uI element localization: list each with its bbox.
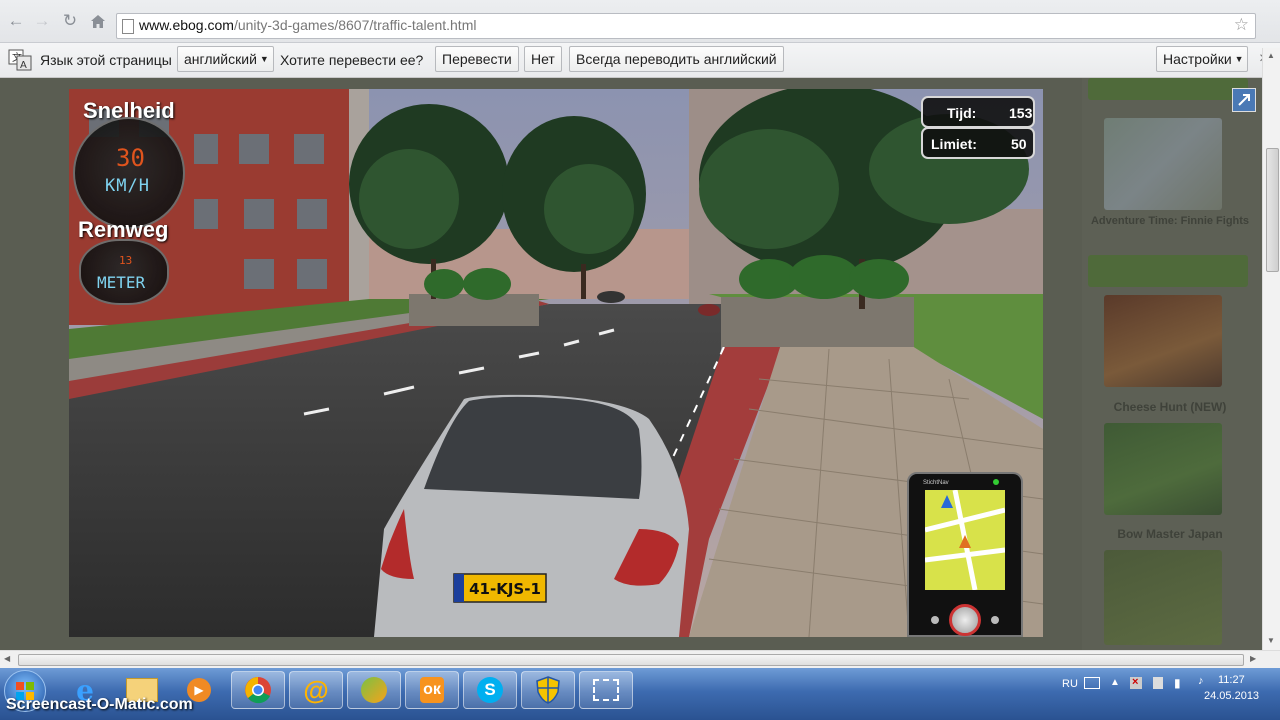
skype-icon[interactable]: S: [463, 671, 517, 709]
game-canvas[interactable]: 41-KJS-1 Snelheid 30 KM/H Remweg 13 METE…: [69, 89, 1043, 637]
network-error-icon[interactable]: ×: [1130, 676, 1142, 689]
language-select-value: английский: [184, 51, 257, 67]
time-label: Tijd:: [947, 105, 977, 121]
clock-date[interactable]: 24.05.2013: [1204, 690, 1259, 702]
license-plate-text: 41-KJS-1: [469, 580, 541, 598]
gps-map: [925, 490, 1005, 590]
brake-distance-unit: METER: [97, 273, 146, 292]
mail-agent-icon[interactable]: @: [289, 671, 343, 709]
language-indicator[interactable]: RU: [1062, 678, 1078, 690]
gps-brand: StichtNav: [923, 480, 949, 486]
home-icon[interactable]: [86, 9, 110, 33]
game-scene: 41-KJS-1: [69, 89, 1043, 637]
dropdown-arrow-icon: ▼: [259, 54, 269, 64]
translate-infobar: 文 A Язык этой страницы английский▼ Хотит…: [0, 43, 1280, 78]
web-page: Adventure Time: Finnie Fights Cheese Hun…: [0, 78, 1262, 650]
system-tray: RU ▲ × ▮ ♪ 11:27 24.05.2013: [1052, 668, 1280, 708]
settings-dropdown[interactable]: Настройки ▼: [1156, 46, 1248, 72]
game-caption[interactable]: Cheese Hunt (NEW): [1082, 400, 1258, 414]
scroll-down-icon[interactable]: ▼: [1267, 636, 1275, 645]
related-games-sidebar: Adventure Time: Finnie Fights Cheese Hun…: [1082, 78, 1262, 650]
game-caption[interactable]: Adventure Time: Finnie Fights: [1082, 215, 1258, 227]
expand-icon[interactable]: [1232, 88, 1256, 112]
horizontal-scroll-thumb[interactable]: [18, 654, 1244, 666]
speed-unit: KM/H: [105, 176, 150, 196]
scroll-up-icon[interactable]: ▲: [1267, 51, 1275, 60]
signal-icon[interactable]: ▮: [1174, 676, 1181, 690]
security-shield-icon[interactable]: [521, 671, 575, 709]
speed-limit-value: 50: [1011, 136, 1027, 152]
game-thumbnail[interactable]: [1104, 118, 1222, 210]
horizontal-scrollbar[interactable]: ◀ ▶: [0, 650, 1280, 669]
url-host: www.ebog.com: [139, 17, 234, 33]
gps-left-button[interactable]: [931, 616, 939, 624]
gps-navigator: StichtNav: [907, 472, 1023, 637]
url-text[interactable]: www.ebog.com/unity-3d-games/8607/traffic…: [139, 17, 476, 33]
gps-button[interactable]: [949, 604, 981, 636]
scroll-left-icon[interactable]: ◀: [4, 654, 10, 663]
chrome-icon[interactable]: [231, 671, 285, 709]
forward-arrow-icon[interactable]: →: [30, 9, 54, 33]
tray-expand-icon[interactable]: ▲: [1110, 677, 1120, 688]
translate-question: Хотите перевести ее?: [280, 52, 424, 68]
scroll-right-icon[interactable]: ▶: [1250, 654, 1256, 663]
language-select[interactable]: английский ▼: [177, 46, 274, 72]
gps-right-button[interactable]: [991, 616, 999, 624]
vertical-scroll-thumb[interactable]: [1266, 148, 1279, 272]
game-caption[interactable]: Bow Master Japan: [1082, 527, 1258, 541]
time-value: 153: [1009, 105, 1033, 121]
brake-distance-value: 13: [119, 254, 133, 267]
keyboard-icon[interactable]: [1084, 677, 1100, 689]
reload-icon[interactable]: ↻: [58, 9, 82, 33]
sidebar-banner: [1088, 255, 1248, 287]
speed-value: 30: [116, 144, 145, 172]
volume-icon[interactable]: ♪: [1198, 675, 1204, 687]
odnoklassniki-icon[interactable]: ок: [405, 671, 459, 709]
always-translate-button[interactable]: Всегда переводить английский: [569, 46, 784, 72]
usb-device-icon[interactable]: [1153, 677, 1163, 689]
game-thumbnail[interactable]: [1104, 295, 1222, 387]
time-box: Tijd: 153: [921, 96, 1035, 128]
settings-label: Настройки: [1163, 51, 1232, 67]
app-icon[interactable]: [347, 671, 401, 709]
svg-text:A: A: [20, 60, 27, 71]
address-bar[interactable]: www.ebog.com/unity-3d-games/8607/traffic…: [116, 13, 1256, 39]
gps-status-icon: [993, 479, 999, 485]
page-icon: [122, 19, 134, 34]
back-arrow-icon[interactable]: ←: [4, 9, 28, 33]
bookmark-star-icon[interactable]: ☆: [1234, 15, 1249, 35]
dropdown-arrow-icon: ▼: [1234, 54, 1244, 64]
watermark: Screencast-O-Matic.com: [6, 696, 193, 713]
page-language-label: Язык этой страницы: [40, 52, 172, 68]
screen-recorder-icon[interactable]: [579, 671, 633, 709]
game-thumbnail[interactable]: [1104, 423, 1222, 515]
translate-icon: 文 A: [8, 49, 32, 71]
sidebar-banner: [1088, 78, 1248, 100]
clock-time[interactable]: 11:27: [1218, 674, 1245, 686]
url-path: /unity-3d-games/8607/traffic-talent.html: [233, 17, 477, 33]
translate-button[interactable]: Перевести: [435, 46, 519, 72]
brake-distance-gauge: [79, 239, 169, 305]
speed-limit-box: Limiet: 50: [921, 127, 1035, 159]
speed-gauge: [73, 117, 185, 229]
no-button[interactable]: Нет: [524, 46, 562, 72]
game-thumbnail[interactable]: [1104, 550, 1222, 645]
browser-toolbar: ← → ↻ www.ebog.com/unity-3d-games/8607/t…: [0, 0, 1280, 43]
vertical-scrollbar[interactable]: ▲ ▼: [1262, 48, 1280, 650]
speed-limit-label: Limiet:: [931, 136, 977, 152]
